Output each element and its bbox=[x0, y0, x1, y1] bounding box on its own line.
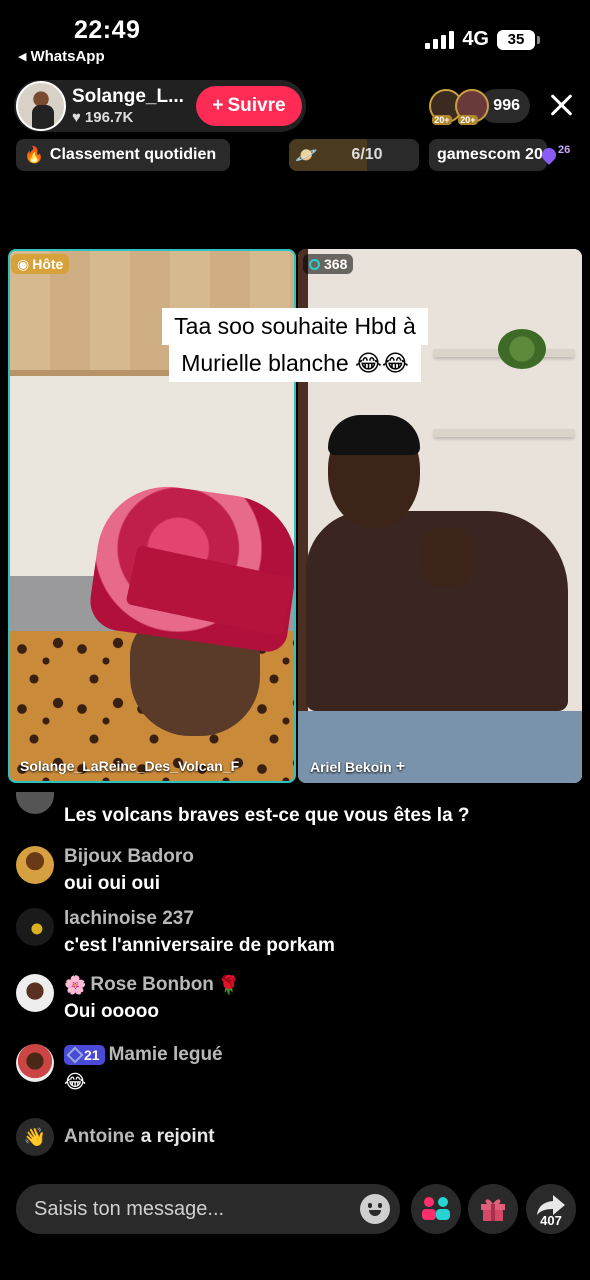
chat-message-text: c'est l'anniversaire de porkam bbox=[64, 935, 335, 956]
host-video-name: Solange_LaReine_Des_Volcan_F bbox=[20, 758, 240, 774]
chat-username-group[interactable]: 21 Mamie legué bbox=[64, 1044, 223, 1066]
flower-icon: 🌸 bbox=[64, 974, 87, 995]
caption-line-1: Taa soo souhaite Hbd à bbox=[162, 308, 428, 345]
host-avatar[interactable] bbox=[16, 81, 66, 131]
level-value: 21 bbox=[84, 1047, 100, 1063]
chat-avatar[interactable] bbox=[16, 846, 54, 884]
host-profile-pill[interactable]: Solange_L... ♥ 196.7K + Suivre bbox=[14, 80, 306, 132]
add-guest-icon[interactable]: + bbox=[396, 758, 405, 776]
status-time: 22:49 bbox=[74, 16, 141, 44]
location-pin-icon bbox=[539, 145, 559, 165]
chat-message[interactable]: Les volcans braves est-ce que vous êtes … bbox=[16, 792, 470, 827]
guest-video-name-group[interactable]: Ariel Bekoin + bbox=[310, 758, 405, 776]
caption-line-2: Murielle blanche 😂😂 bbox=[169, 344, 421, 382]
host-tag: ◉ Hôte bbox=[11, 254, 70, 274]
plus-icon: + bbox=[212, 95, 224, 116]
chat-avatar[interactable] bbox=[16, 1044, 54, 1082]
level-badge: 21 bbox=[64, 1045, 105, 1065]
heart-icon: ♥ bbox=[72, 109, 81, 126]
gift-icon bbox=[481, 1199, 505, 1221]
rose-icon: 🌹 bbox=[217, 974, 241, 995]
chat-message[interactable]: 21 Mamie legué 😂 bbox=[16, 1044, 223, 1094]
join-action: a rejoint bbox=[140, 1126, 215, 1147]
guests-icon bbox=[422, 1197, 450, 1220]
back-app-label: WhatsApp bbox=[30, 48, 105, 65]
viewer-badge: 20+ bbox=[432, 115, 452, 125]
chat-username[interactable]: Bijoux Badoro bbox=[64, 846, 194, 868]
goal-progress[interactable]: 🪐 6/10 bbox=[289, 139, 419, 171]
close-icon[interactable] bbox=[548, 92, 574, 118]
chat-message[interactable]: 🌸 Rose Bonbon 🌹 Oui ooooo bbox=[16, 974, 240, 1023]
chat-message-text: Oui ooooo bbox=[64, 1001, 159, 1022]
event-label: gamescom 20 bbox=[437, 146, 543, 163]
host-name: Solange_L... bbox=[72, 86, 184, 107]
ranking-label: Classement quotidien bbox=[49, 146, 217, 163]
status-indicators: 4G 35 bbox=[425, 28, 540, 51]
chat-message-text: 😂 bbox=[64, 1072, 87, 1093]
host-tag-label: Hôte bbox=[32, 256, 64, 272]
daily-ranking-button[interactable]: 🔥 Classement quotidien bbox=[16, 139, 230, 171]
chat-avatar[interactable] bbox=[16, 908, 54, 946]
gift-button[interactable] bbox=[468, 1184, 518, 1234]
join-username[interactable]: Antoine bbox=[64, 1126, 135, 1148]
join-notice: 👋 Antoine a rejoint bbox=[16, 1118, 215, 1156]
chat-username-group[interactable]: 🌸 Rose Bonbon 🌹 bbox=[64, 974, 240, 996]
host-likes-count: 196.7K bbox=[84, 109, 134, 126]
planet-icon: 🪐 bbox=[295, 144, 318, 165]
emoji-icon[interactable] bbox=[360, 1194, 390, 1224]
chat-username[interactable]: lachinoise 237 bbox=[64, 908, 335, 930]
message-input[interactable] bbox=[16, 1184, 400, 1234]
eye-icon bbox=[309, 258, 320, 270]
chat-username: Rose Bonbon bbox=[90, 974, 214, 995]
battery-level: 35 bbox=[497, 29, 535, 50]
guest-video-name: Ariel Bekoin bbox=[310, 759, 392, 775]
diamond-icon bbox=[66, 1046, 84, 1064]
battery-icon: 35 bbox=[497, 29, 540, 50]
host-tag-icon: ◉ bbox=[17, 255, 30, 272]
network-type: 4G bbox=[462, 28, 489, 50]
chat-message[interactable]: lachinoise 237 c'est l'anniversaire de p… bbox=[16, 908, 335, 957]
viewer-badge: 20+ bbox=[458, 115, 478, 125]
chat-message-text: oui oui oui bbox=[64, 873, 161, 894]
back-to-app-link[interactable]: ◀ WhatsApp bbox=[18, 48, 105, 65]
follow-button[interactable]: + Suivre bbox=[196, 86, 302, 126]
wave-icon: 👋 bbox=[16, 1118, 54, 1156]
event-location-badge[interactable]: 26 bbox=[539, 144, 571, 165]
host-likes: ♥ 196.7K bbox=[72, 109, 202, 126]
chat-avatar[interactable] bbox=[16, 974, 54, 1012]
chat-message-text: Les volcans braves est-ce que vous êtes … bbox=[64, 805, 470, 826]
chat-message[interactable]: Bijoux Badoro oui oui oui bbox=[16, 846, 194, 895]
share-count: 407 bbox=[540, 1213, 562, 1228]
guest-viewer-count-value: 368 bbox=[324, 256, 348, 272]
event-badge-count: 26 bbox=[558, 144, 571, 156]
goal-value: 6/10 bbox=[351, 146, 383, 163]
event-banner[interactable]: gamescom 20 bbox=[429, 139, 547, 171]
guest-viewer-count: 368 bbox=[303, 254, 354, 274]
fire-icon: 🔥 bbox=[24, 147, 44, 164]
signal-icon bbox=[425, 30, 455, 49]
top-viewers[interactable]: 20+ 20+ 996 bbox=[429, 88, 530, 125]
chat-username: Mamie legué bbox=[108, 1044, 223, 1065]
share-button[interactable]: 407 bbox=[526, 1184, 576, 1234]
back-triangle-icon: ◀ bbox=[18, 51, 27, 63]
multi-guest-button[interactable] bbox=[411, 1184, 461, 1234]
chat-avatar[interactable] bbox=[16, 792, 54, 814]
video-caption: Taa soo souhaite Hbd à Murielle blanche … bbox=[0, 308, 590, 382]
follow-label: Suivre bbox=[227, 95, 286, 116]
